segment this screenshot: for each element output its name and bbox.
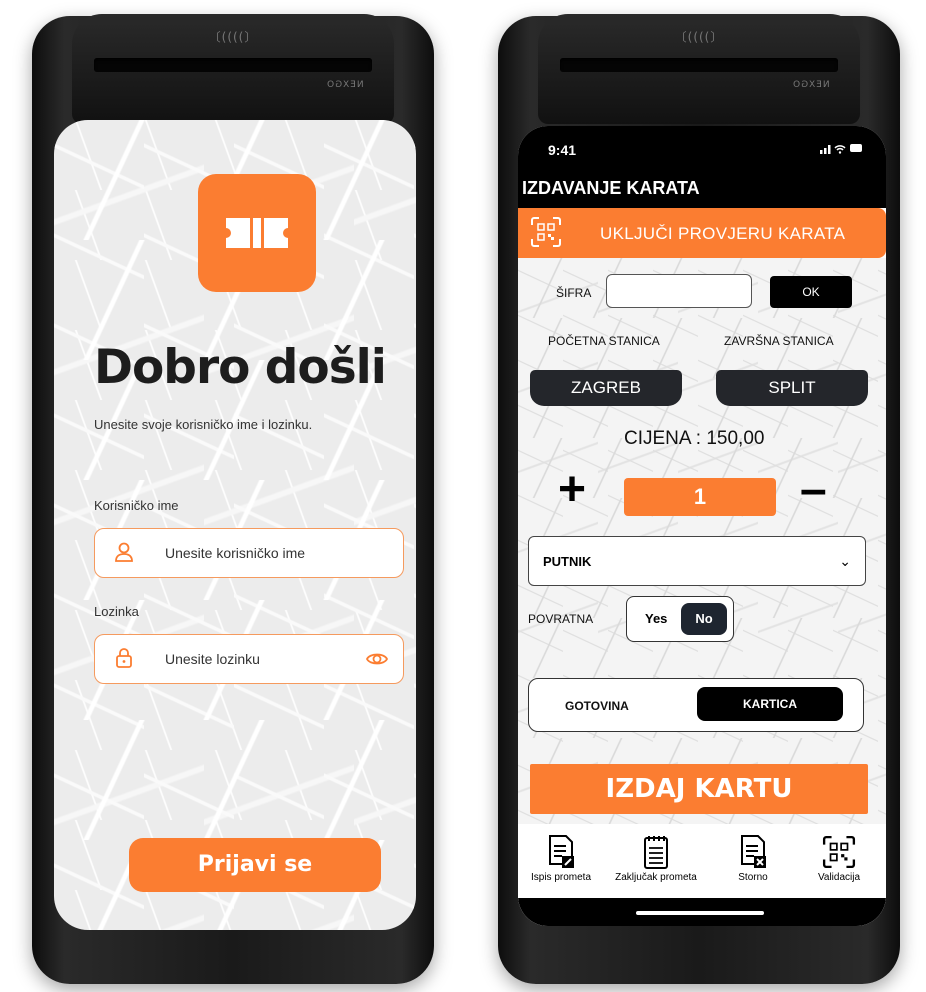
home-indicator-area [518,898,886,926]
return-label: POVRATNA [528,612,594,626]
card-slot [560,58,838,72]
receipt-cancel-icon [741,835,766,868]
login-button[interactable]: Prijavi se [129,838,381,892]
status-icons [820,142,864,157]
ticket-check-toggle[interactable]: UKLJUČI PROVJERU KARATA [518,208,886,258]
nav-label: Storno [738,872,768,883]
end-station-label: ZAVRŠNA STANICA [724,334,834,348]
login-subtitle: Unesite svoje korisničko ime i lozinku. [94,417,313,432]
plus-button[interactable]: + [558,466,586,514]
device-brand-logo: NEXGO [792,80,830,90]
app-logo [198,174,316,292]
return-yes-option[interactable]: Yes [645,611,667,626]
notepad-icon [644,836,668,869]
lock-icon [116,648,132,668]
nav-label: Ispis prometa [530,872,592,883]
pay-cash-option[interactable]: GOTOVINA [565,699,629,713]
eye-icon[interactable] [365,647,389,671]
nav-label: Zaključak prometa [615,872,697,883]
pay-card-option[interactable]: KARTICA [697,687,843,721]
right-device: 〔((((〕 NEXGO 9:41 IZDAVANJE KARATA UKLJU… [498,14,900,984]
minus-button[interactable]: – [800,466,827,514]
start-station-button[interactable]: ZAGREB [530,370,682,406]
code-label: ŠIFRA [556,286,592,300]
price-display: CIJENA : 150,00 [624,428,765,449]
ticket-check-label: UKLJUČI PROVJERU KARATA [600,224,846,243]
issue-ticket-button[interactable]: IZDAJ KARTU [530,764,868,814]
left-device: 〔((((〕 NEXGO Dobro došli Unesite svoje k… [32,14,434,984]
username-placeholder: Unesite korisničko ime [165,545,306,561]
code-input[interactable] [606,274,752,308]
login-screen: Dobro došli Unesite svoje korisničko ime… [54,120,416,930]
quantity-display: 1 [624,478,776,516]
user-icon [115,542,133,562]
password-placeholder: Unesite lozinku [165,651,260,667]
welcome-title: Dobro došli [94,340,387,395]
payment-method-toggle: GOTOVINA KARTICA [528,678,864,732]
return-toggle[interactable]: Yes No [626,596,734,642]
password-field[interactable]: Unesite lozinku [94,634,404,684]
passenger-type-value: PUTNIK [543,554,592,569]
ticket-icon [226,218,288,248]
username-field[interactable]: Unesite korisničko ime [94,528,404,578]
nav-item-print-turnover[interactable]: Ispis prometa [518,834,604,883]
status-time: 9:41 [548,142,577,158]
qr-scan-icon [822,835,856,869]
receipt-edit-icon [549,835,574,868]
device-brand-logo: NEXGO [326,80,364,90]
username-label: Korisničko ime [94,498,179,513]
return-no-option[interactable]: No [681,603,727,635]
chevron-down-icon: ⌄ [839,553,851,569]
nfc-icon: 〔((((〕 [674,30,724,44]
card-slot [94,58,372,72]
nav-label: Validacija [817,872,861,883]
nfc-icon: 〔((((〕 [208,30,258,44]
nav-item-validation[interactable]: Validacija [796,834,882,883]
qr-scan-icon [531,217,561,247]
passenger-type-select[interactable]: PUTNIK ⌄ [528,536,866,586]
nav-item-close-turnover[interactable]: Zaključak prometa [613,834,699,883]
bottom-nav: Ispis prometa Zaključak prometa Storno V… [518,824,886,898]
ok-button[interactable]: OK [770,276,852,308]
app-title: IZDAVANJE KARATA [522,178,700,198]
password-label: Lozinka [94,604,139,619]
end-station-button[interactable]: SPLIT [716,370,868,406]
nav-item-storno[interactable]: Storno [710,834,796,883]
device-top: 〔((((〕 NEXGO [538,14,860,124]
signal-wifi-battery-icon [820,144,862,154]
home-indicator[interactable] [636,911,764,915]
ticket-screen: 9:41 IZDAVANJE KARATA UKLJUČI PROVJERU K… [518,126,886,926]
device-top: 〔((((〕 NEXGO [72,14,394,124]
start-station-label: POČETNA STANICA [548,334,660,348]
